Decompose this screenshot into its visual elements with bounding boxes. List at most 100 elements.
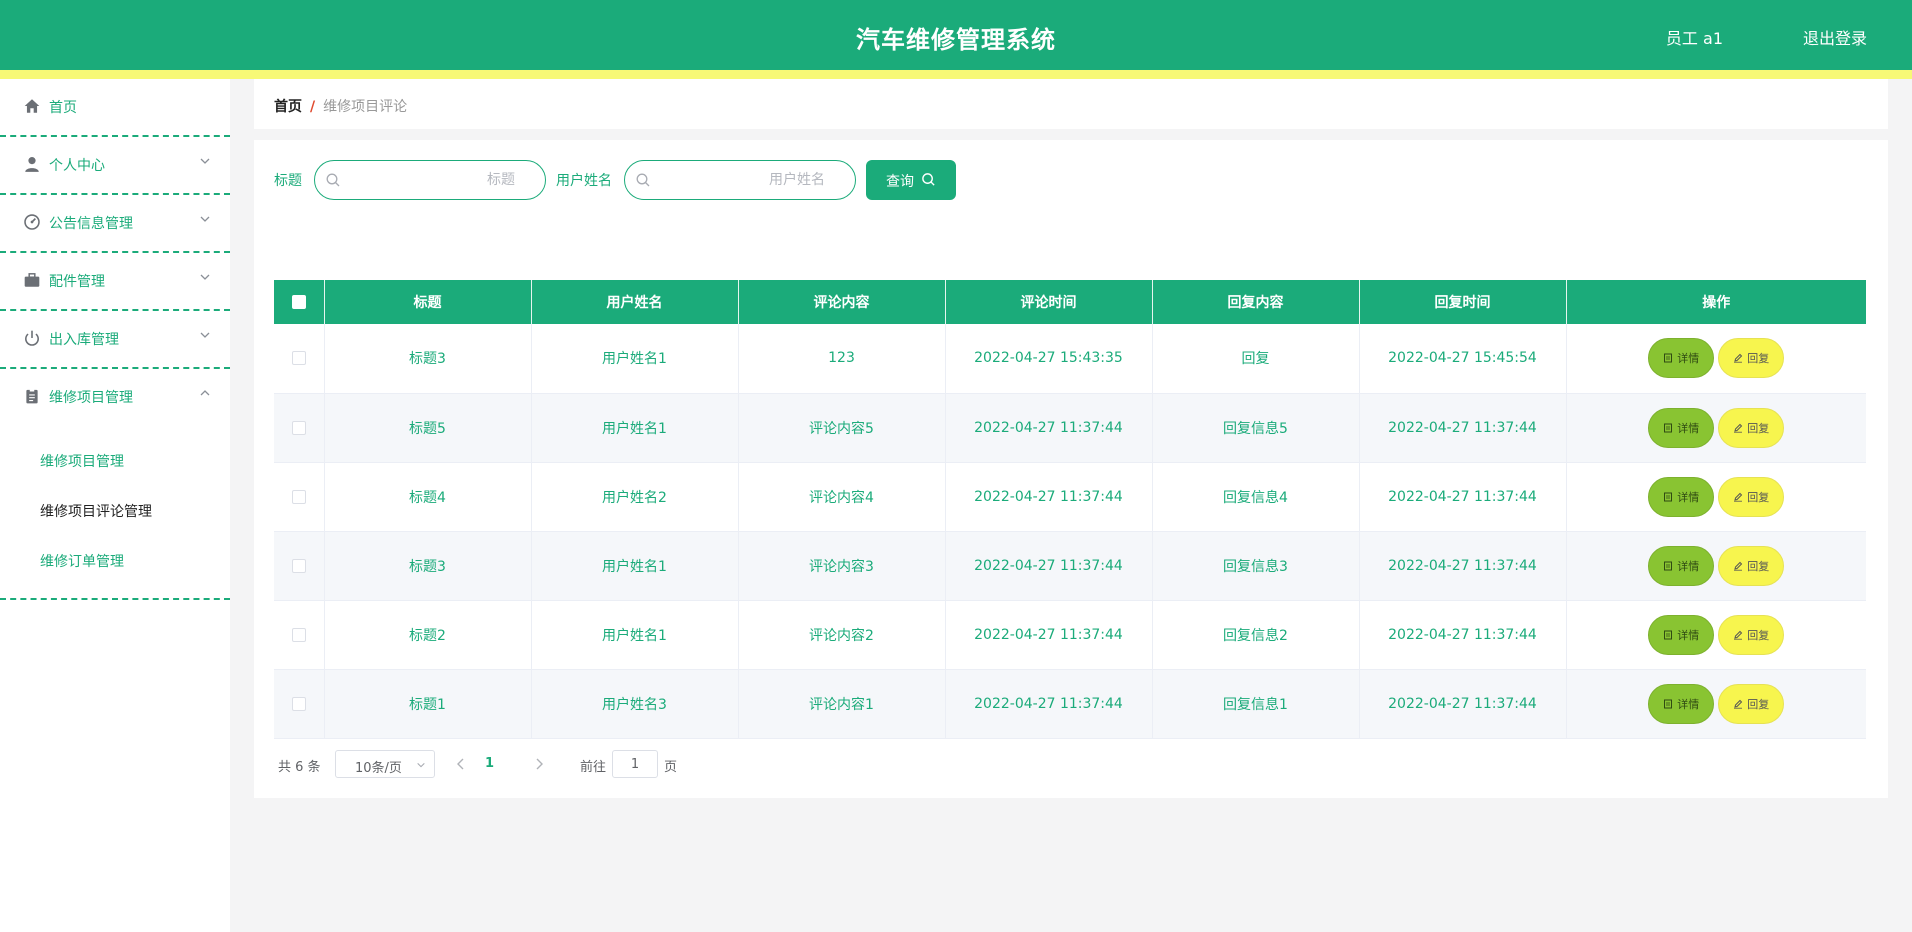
sidebar-item-parts[interactable]: 配件管理 [0, 253, 230, 311]
table-cell: 用户姓名1 [531, 324, 739, 394]
table-body: 标题3 用户姓名1 123 2022-04-27 15:43:35 回复 2022-04-… [274, 324, 1866, 739]
row-select-cell [274, 393, 325, 463]
title-search-field[interactable] [314, 160, 546, 200]
document-icon [1664, 561, 1673, 570]
reply-button[interactable]: 回复 [1718, 614, 1785, 655]
chevron-down-icon [417, 762, 425, 768]
column-header[interactable]: 标题 [324, 280, 532, 324]
table-cell: 标题2 [324, 600, 532, 670]
submenu-item-repair-projects[interactable]: 维修项目管理 [0, 437, 230, 487]
row-checkbox[interactable] [291, 351, 306, 366]
document-icon [1664, 423, 1673, 432]
column-header[interactable]: 评论时间 [945, 280, 1153, 324]
detail-button[interactable]: 详情 [1648, 545, 1715, 586]
table-row[interactable]: 标题3 用户姓名1 评论内容3 2022-04-27 11:37:44 回复信息3 202… [274, 531, 1866, 601]
goto-suffix: 页 [664, 760, 678, 775]
sidebar-item-label: 个人中心 [49, 158, 105, 174]
table-cell: 2022-04-27 11:37:44 [1359, 669, 1567, 739]
reply-button[interactable]: 回复 [1718, 683, 1785, 724]
logout-button[interactable]: 退出登录 [1803, 25, 1867, 49]
document-icon [1664, 492, 1673, 501]
detail-button[interactable]: 详情 [1648, 407, 1715, 448]
table-row[interactable]: 标题1 用户姓名3 评论内容1 2022-04-27 11:37:44 回复信息1 202… [274, 669, 1866, 739]
column-header: 操作 [1566, 280, 1866, 324]
sidebar-item-profile[interactable]: 个人中心 [0, 137, 230, 195]
app-title: 汽车维修管理系统 [856, 26, 1056, 54]
goto-page-input[interactable] [612, 750, 658, 778]
edit-icon [1734, 354, 1743, 363]
column-header[interactable]: 回复时间 [1359, 280, 1567, 324]
comments-table: 标题 用户姓名 评论内容 评论时间 回复内容 回复时间 操作 标题3 用户姓名1 1… [274, 280, 1866, 739]
page-size-value: 10条/页 [355, 761, 402, 776]
sidebar-item-home[interactable]: 首页 [0, 79, 230, 137]
column-header[interactable]: 用户姓名 [531, 280, 739, 324]
breadcrumb-home[interactable]: 首页 [274, 99, 302, 115]
row-select-cell [274, 531, 325, 601]
row-checkbox[interactable] [291, 489, 306, 504]
table-cell: 用户姓名1 [531, 600, 739, 670]
actions-cell: 详情 回复 [1566, 393, 1866, 463]
submenu-item-repair-comments[interactable]: 维修项目评论管理 [0, 487, 230, 537]
reply-button[interactable]: 回复 [1718, 407, 1785, 448]
select-all-checkbox[interactable] [291, 295, 306, 309]
table-row[interactable]: 标题3 用户姓名1 123 2022-04-27 15:43:35 回复 2022-04-… [274, 324, 1866, 394]
table-cell: 用户姓名1 [531, 393, 739, 463]
table-cell: 回复信息5 [1152, 393, 1360, 463]
sidebar-item-repair[interactable]: 维修项目管理 [0, 369, 230, 427]
row-checkbox[interactable] [291, 420, 306, 435]
row-checkbox[interactable] [291, 627, 306, 642]
table-cell: 用户姓名3 [531, 669, 739, 739]
detail-button[interactable]: 详情 [1648, 614, 1715, 655]
name-search-input[interactable] [659, 169, 825, 191]
detail-button[interactable]: 详情 [1648, 338, 1715, 379]
home-icon [24, 99, 40, 113]
detail-button-label: 详情 [1677, 421, 1700, 435]
table-row[interactable]: 标题2 用户姓名1 评论内容2 2022-04-27 11:37:44 回复信息2 202… [274, 600, 1866, 670]
table-cell: 用户姓名2 [531, 462, 739, 532]
power-icon [25, 330, 39, 346]
prev-page-button[interactable] [456, 758, 466, 770]
table-row[interactable]: 标题5 用户姓名1 评论内容5 2022-04-27 11:37:44 回复信息5 202… [274, 393, 1866, 463]
sidebar-item-label: 维修项目管理 [49, 390, 133, 406]
row-select-cell [274, 600, 325, 670]
edit-icon [1734, 630, 1743, 640]
row-checkbox[interactable] [291, 696, 306, 711]
next-page-button[interactable] [534, 758, 544, 770]
total-count: 共 6 条 [278, 760, 321, 775]
detail-button[interactable]: 详情 [1648, 476, 1715, 517]
table-cell: 2022-04-27 11:37:44 [1359, 531, 1567, 601]
table-cell: 123 [738, 324, 946, 394]
name-search-field[interactable] [624, 160, 856, 200]
document-icon [1664, 699, 1673, 708]
breadcrumb: 首页 / 维修项目评论 [254, 79, 1888, 129]
reply-button-label: 回复 [1747, 559, 1770, 573]
search-icon [326, 173, 340, 187]
page-size-select[interactable]: 10条/页 [335, 750, 435, 778]
page-number-current[interactable]: 1 [485, 756, 494, 771]
search-icon [922, 173, 935, 186]
query-button[interactable]: 查询 [866, 160, 956, 200]
submenu-item-repair-orders[interactable]: 维修订单管理 [0, 537, 230, 587]
current-user: 员工 a1 [1665, 29, 1723, 48]
table-cell: 标题3 [324, 531, 532, 601]
row-checkbox[interactable] [291, 558, 306, 573]
column-header[interactable]: 评论内容 [738, 280, 946, 324]
row-select-cell [274, 669, 325, 739]
reply-button[interactable]: 回复 [1718, 338, 1785, 379]
reply-button[interactable]: 回复 [1718, 476, 1785, 517]
column-header[interactable]: 回复内容 [1152, 280, 1360, 324]
reply-button-label: 回复 [1747, 628, 1770, 642]
table-row[interactable]: 标题4 用户姓名2 评论内容4 2022-04-27 11:37:44 回复信息4 202… [274, 462, 1866, 532]
sidebar-item-stock[interactable]: 出入库管理 [0, 311, 230, 369]
select-all-header [274, 280, 325, 324]
main-panel: 标题 用户姓名 查询 标题 用户姓名 评论内容 评论时间 回复内容 回复时间 操… [254, 140, 1888, 798]
sidebar: 首页 个人中心 公告信息管理 配件管理 出入库管理 维修项目管理 维修项目管理 … [0, 79, 230, 932]
gauge-icon [24, 214, 40, 230]
detail-button-label: 详情 [1677, 352, 1700, 366]
document-icon [1664, 353, 1673, 363]
detail-button[interactable]: 详情 [1648, 683, 1715, 724]
reply-button[interactable]: 回复 [1718, 545, 1785, 586]
detail-button-label: 详情 [1677, 490, 1700, 504]
sidebar-item-notice[interactable]: 公告信息管理 [0, 195, 230, 253]
title-search-input[interactable] [349, 169, 515, 191]
